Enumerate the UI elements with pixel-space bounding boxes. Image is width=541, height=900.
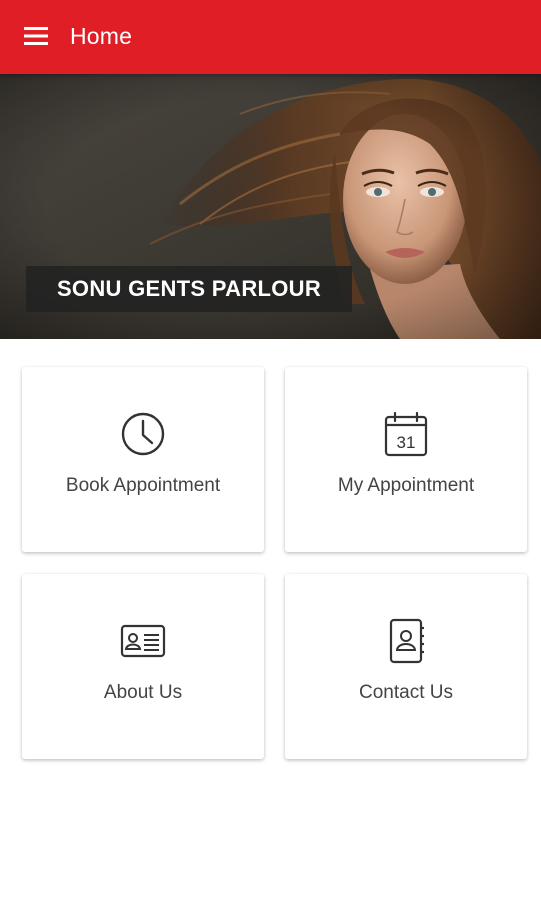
- calendar-day-text: 31: [397, 433, 416, 452]
- contact-us-label: Contact Us: [359, 682, 453, 703]
- id-card-icon: [120, 624, 166, 658]
- business-name-label: SONU GENTS PARLOUR: [26, 266, 352, 312]
- my-appointment-card[interactable]: 31 My Appointment: [285, 367, 527, 552]
- clock-icon: [121, 412, 165, 456]
- about-us-card[interactable]: About Us: [22, 574, 264, 759]
- book-appointment-card[interactable]: Book Appointment: [22, 367, 264, 552]
- page-title: Home: [70, 23, 133, 49]
- menu-button[interactable]: [14, 16, 58, 56]
- app-bar: Home: [0, 0, 541, 74]
- my-appointment-label: My Appointment: [337, 475, 475, 496]
- about-us-label: About Us: [103, 682, 183, 703]
- address-book-icon: [389, 618, 424, 664]
- calendar-icon: 31: [384, 411, 428, 457]
- book-appointment-label: Book Appointment: [65, 475, 221, 496]
- contact-us-card[interactable]: Contact Us: [285, 574, 527, 759]
- hamburger-menu-icon: [24, 27, 48, 45]
- app-screen: Home SONU GENTS PARLOUR Book Appointment…: [0, 0, 541, 900]
